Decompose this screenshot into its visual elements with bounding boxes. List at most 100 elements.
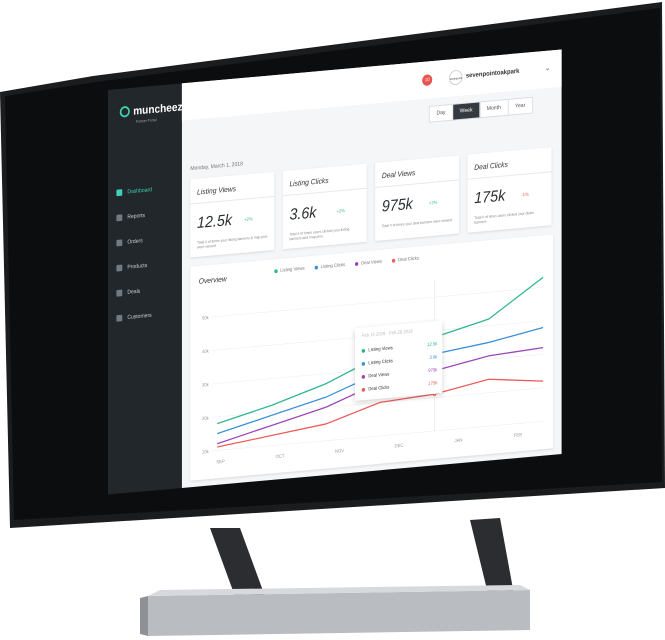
range-day[interactable]: Day [429, 104, 453, 122]
tooltip-value: 975k [428, 367, 438, 374]
card-title: Deal Views [381, 168, 416, 180]
legend-label: Listing Clicks [320, 262, 346, 271]
divider [467, 171, 552, 180]
sidebar-item-label: Orders [127, 238, 143, 245]
x-tick-label: NOV [335, 448, 344, 454]
range-selector: Day Week Month Year [428, 96, 533, 123]
screen: muncheez Partner Portal Dashboard Report… [108, 49, 648, 495]
y-tick-label: 10k [202, 449, 209, 455]
legend-label: Deal Clicks [397, 255, 419, 264]
tooltip-swatch [361, 348, 366, 353]
x-tick-label: OCT [276, 453, 285, 459]
tooltip-value: 3.6k [429, 354, 438, 361]
card-description: Total # of times your listing banners & … [197, 233, 268, 250]
sidebar: muncheez Partner Portal Dashboard Report… [108, 83, 183, 495]
tooltip-swatch [361, 361, 366, 366]
x-tick-label: FEB [514, 432, 522, 438]
card-title: Listing Views [197, 184, 237, 197]
legend-label: Deal Views [361, 258, 383, 267]
card-description: Total # of times users clicked your list… [289, 226, 350, 242]
tooltip-value: 175k [428, 380, 438, 387]
sidebar-item-customers[interactable]: Customers [116, 300, 178, 331]
legend-item[interactable]: Deal Clicks [392, 256, 419, 264]
avatar[interactable]: sevenpoint [449, 69, 463, 86]
x-tick-label: JAN [454, 437, 462, 443]
card-delta: +2% [428, 200, 438, 207]
divider [190, 196, 275, 205]
tooltip-header: Feb 15 2018 - Feb 28 2018 [361, 328, 413, 339]
chart-legend: Listing Views Listing Clicks Deal Views … [274, 256, 419, 274]
orders-icon [116, 239, 123, 247]
y-tick-label: 40k [202, 348, 209, 354]
overview-panel: Overview Listing Views Listing Clicks De… [190, 234, 554, 481]
card-description: Total # of times users clicked your deal… [474, 210, 534, 225]
sidebar-item-label: Products [127, 262, 148, 271]
sidebar-item-label: Reports [127, 212, 145, 220]
card-deal-views[interactable]: Deal Views 975k +2% Total # of times you… [375, 155, 460, 241]
y-tick-label: 20k [202, 415, 209, 421]
range-month[interactable]: Month [480, 99, 509, 118]
current-date: Monday, March 1, 2018 [190, 161, 243, 172]
card-deal-clicks[interactable]: Deal Clicks 175k -1% Total # of times us… [467, 147, 552, 233]
tooltip-row: Listing Views 12.5k [361, 341, 438, 354]
card-listing-views[interactable]: Listing Views 12.5k +2% Total # of times… [190, 171, 275, 258]
card-title: Listing Clicks [289, 176, 329, 189]
legend-swatch [392, 258, 396, 263]
tooltip-label: Listing Views [368, 345, 393, 354]
tooltip-row: Listing Clicks 3.6k [361, 354, 438, 367]
legend-item[interactable]: Listing Clicks [314, 262, 346, 271]
tooltip-row: Deal Views 975k [361, 367, 438, 380]
notification-badge[interactable]: 10 [422, 74, 433, 87]
chevron-down-icon[interactable]: ⌄ [545, 64, 551, 73]
sidebar-item-label: Deals [127, 288, 141, 296]
x-tick-label: DEC [395, 443, 405, 449]
y-tick-label: 30k [202, 382, 209, 388]
sidebar-item-label: Customers [127, 312, 152, 321]
card-description: Total # of times your deal banners were … [381, 217, 452, 229]
reports-icon [116, 214, 123, 222]
tooltip-swatch [361, 374, 366, 379]
chart-tooltip: Feb 15 2018 - Feb 28 2018 Listing Views 1… [354, 320, 443, 401]
gridline [212, 421, 544, 452]
tooltip-swatch [361, 387, 366, 392]
brand-name: muncheez [133, 100, 183, 118]
legend-item[interactable]: Deal Views [355, 259, 382, 267]
tooltip-value: 12.5k [427, 341, 438, 348]
overview-title: Overview [198, 274, 227, 286]
tooltip-label: Deal Clicks [368, 384, 390, 393]
card-delta: +2% [336, 208, 346, 215]
range-week[interactable]: Week [452, 102, 481, 120]
sidebar-nav: Dashboard Reports Orders Products Deals [116, 175, 178, 331]
account-name[interactable]: sevenpointoakpark [466, 68, 520, 79]
divider [375, 179, 460, 188]
card-delta: +2% [244, 216, 253, 223]
legend-swatch [314, 265, 319, 270]
logo-icon [119, 105, 130, 118]
legend-label: Listing Views [280, 265, 305, 274]
brand-logo[interactable]: muncheez [119, 100, 183, 119]
tooltip-label: Listing Clicks [368, 358, 393, 367]
dashboard-icon [116, 189, 123, 197]
card-listing-clicks[interactable]: Listing Clicks 3.6k +2% Total # of times… [282, 163, 367, 250]
deals-icon [116, 289, 123, 297]
dashboard-app: muncheez Partner Portal Dashboard Report… [108, 49, 562, 495]
tooltip-label: Deal Views [368, 371, 390, 380]
legend-swatch [274, 269, 278, 274]
card-value: 3.6k [289, 203, 317, 224]
sidebar-item-label: Dashboard [127, 186, 152, 195]
legend-item[interactable]: Listing Views [274, 265, 305, 274]
range-year[interactable]: Year [508, 98, 532, 115]
card-value: 12.5k [197, 210, 232, 232]
legend-swatch [355, 261, 359, 267]
card-value: 175k [474, 186, 506, 208]
brand-tagline: Partner Portal [135, 117, 157, 124]
main-content: 10 sevenpoint sevenpointoakpark ⌄ Day We… [181, 49, 562, 488]
y-tick-label: 50k [202, 315, 209, 321]
gridline [212, 287, 544, 318]
tooltip-row: Deal Clicks 175k [361, 380, 438, 393]
divider [282, 187, 367, 197]
x-tick-label: SEP [216, 459, 224, 465]
card-value: 975k [381, 194, 413, 216]
card-delta: -1% [521, 191, 529, 199]
customers-icon [116, 314, 123, 322]
